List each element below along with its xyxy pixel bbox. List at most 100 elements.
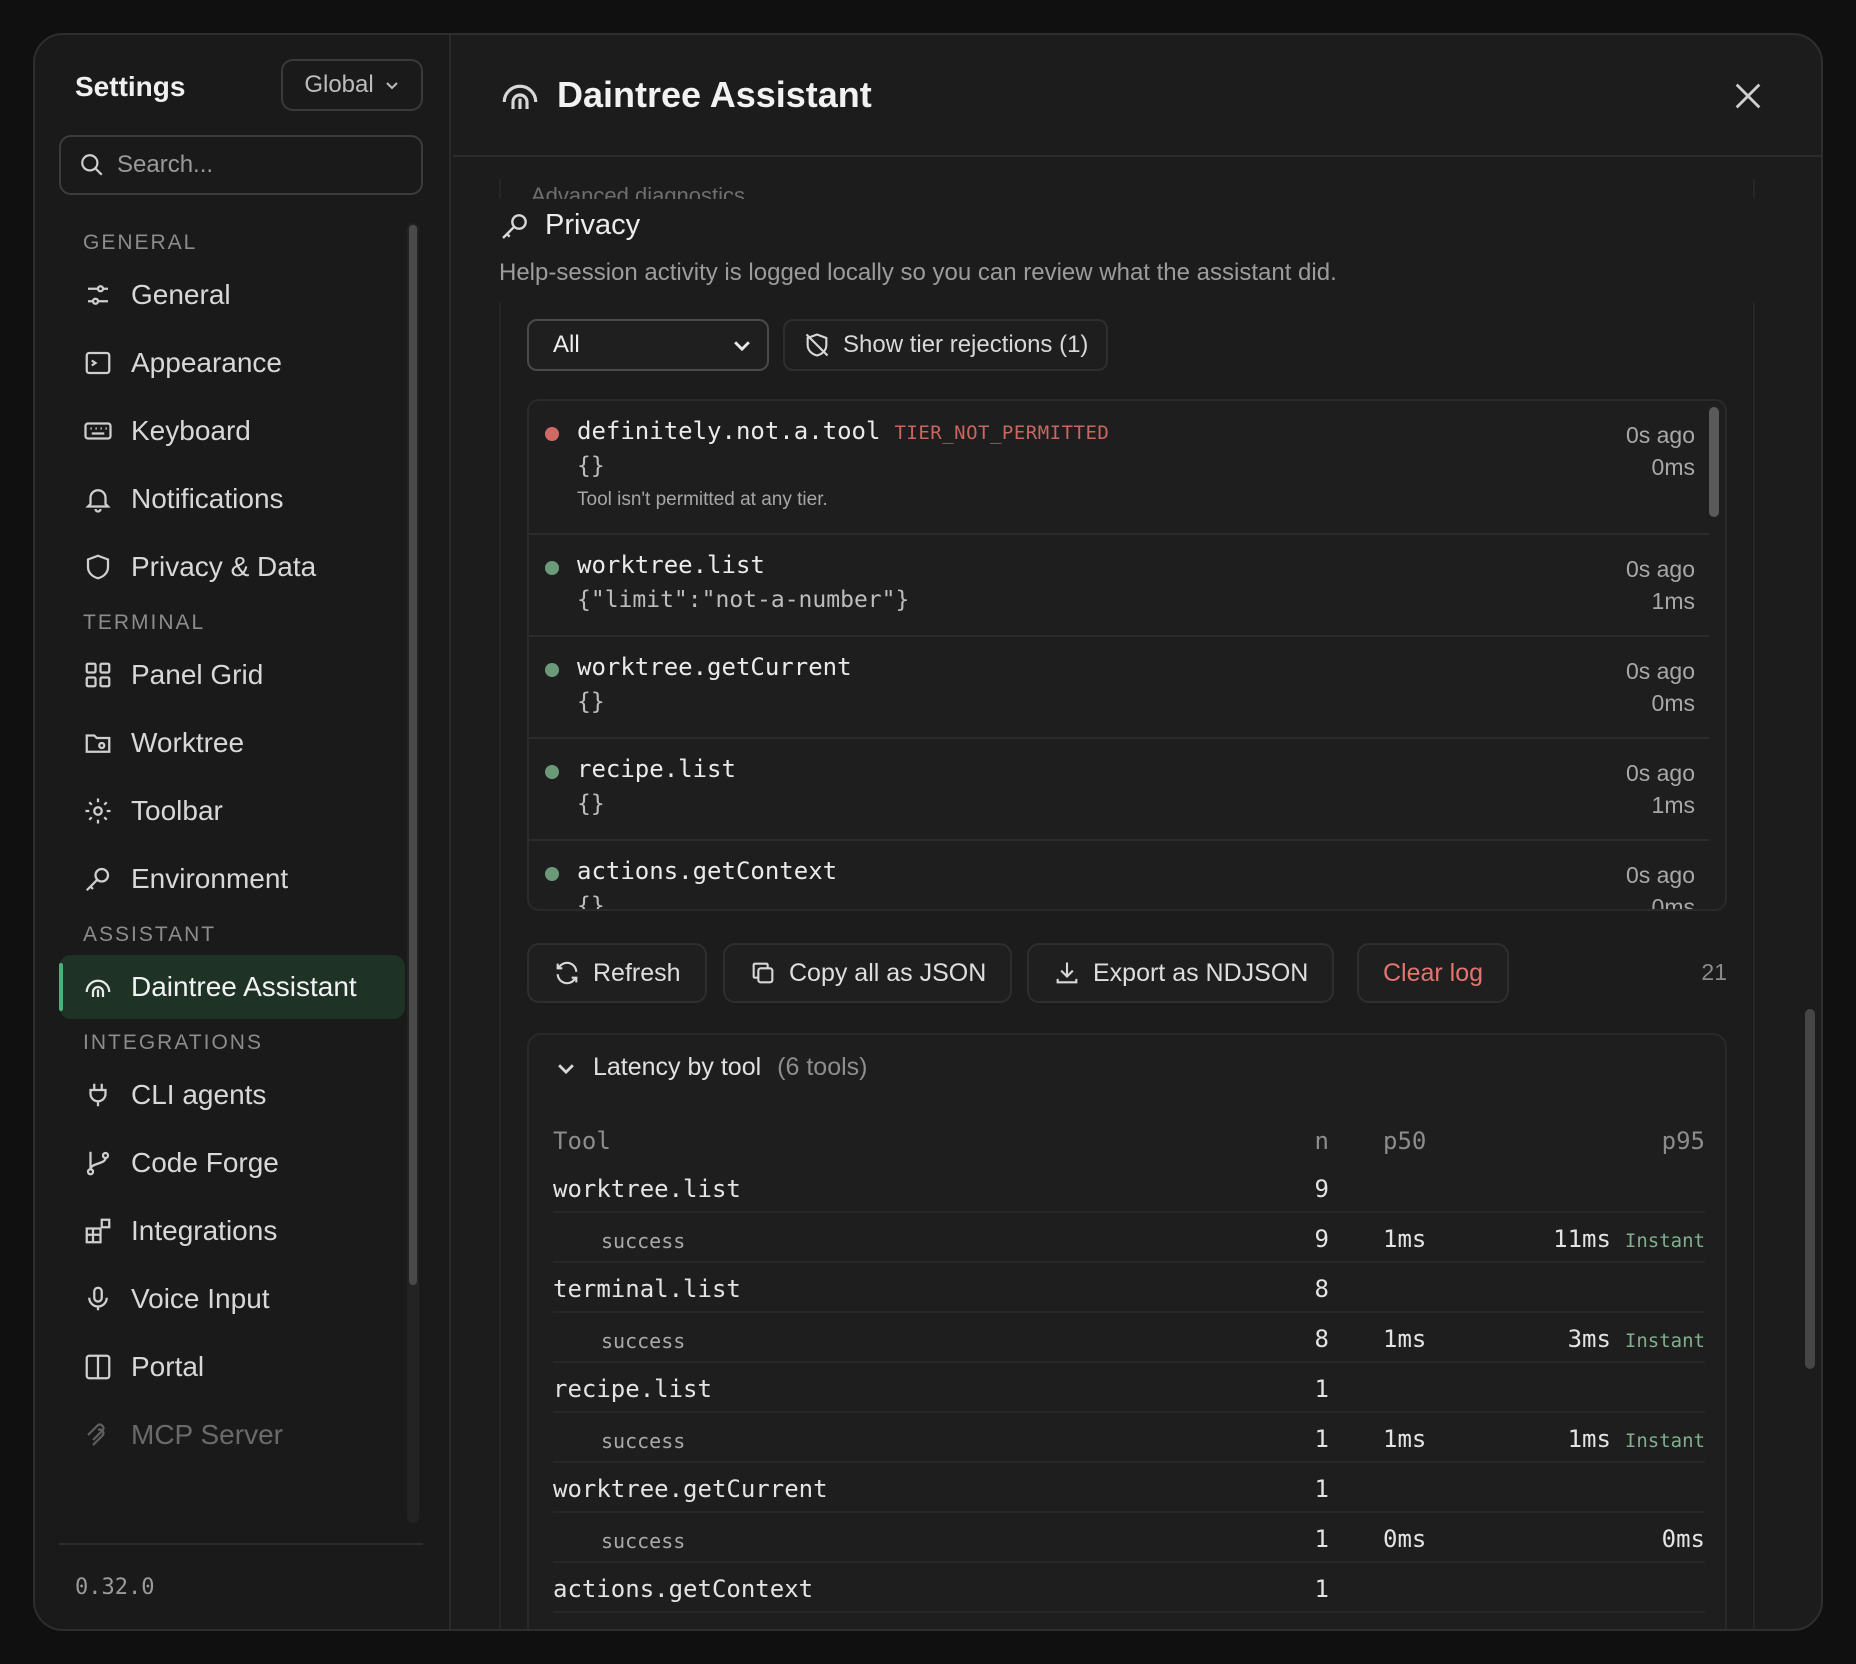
sidebar-item-keyboard[interactable]: Keyboard <box>59 399 405 463</box>
plug-icon <box>89 1083 107 1107</box>
clear-log-button[interactable]: Clear log <box>1357 943 1510 1003</box>
sidebar-scrollbar[interactable] <box>407 223 419 1523</box>
sidebar: Settings Global GENERAL General Appearan… <box>35 35 451 1629</box>
filter-value: All <box>553 331 580 358</box>
sidebar-item-assistant[interactable]: Daintree Assistant <box>59 955 405 1019</box>
copy-json-button[interactable]: Copy all as JSON <box>723 943 1013 1003</box>
speed-badge: Instant <box>1624 1230 1705 1252</box>
sidebar-item-integrations[interactable]: Integrations <box>59 1199 405 1263</box>
log-meta: 0s ago 0ms <box>1626 419 1695 483</box>
sidebar-item-code-forge[interactable]: Code Forge <box>59 1131 405 1195</box>
terminal-window-icon <box>85 351 111 375</box>
sidebar-item-worktree[interactable]: Worktree <box>59 711 405 775</box>
section-assistant: ASSISTANT <box>83 923 217 946</box>
sidebar-item-general[interactable]: General <box>59 263 405 327</box>
show-tier-rejections-button[interactable]: Show tier rejections (1) <box>783 319 1109 371</box>
sidebar-item-label: Code Forge <box>131 1147 279 1178</box>
scope-select[interactable]: Global <box>281 59 423 111</box>
log-meta: 0s ago 1ms <box>1626 553 1695 617</box>
sidebar-item-environment[interactable]: Environment <box>59 847 405 911</box>
log-entry[interactable]: recipe.list {} 0s ago 1ms <box>529 739 1709 841</box>
sidebar-item-appearance[interactable]: Appearance <box>59 331 405 395</box>
table-row: actions.getContext 1 <box>553 1563 1705 1613</box>
status-dot <box>545 663 559 677</box>
log-error-code: TIER_NOT_PERMITTED <box>894 422 1110 444</box>
table-subrow: success 1 0ms 0ms <box>553 1513 1705 1563</box>
content-scrollbar[interactable] <box>1805 1009 1815 1369</box>
sidebar-item-toolbar[interactable]: Toolbar <box>59 779 405 843</box>
log-duration: 0ms <box>1651 894 1695 911</box>
log-duration: 1ms <box>1651 792 1695 818</box>
col-tool: Tool <box>553 1127 611 1155</box>
latency-toggle[interactable]: Latency by tool (6 tools) <box>555 1053 867 1082</box>
log-time: 0s ago <box>1625 862 1695 888</box>
log-time: 0s ago <box>1625 556 1695 582</box>
log-entry[interactable]: actions.getContext {} 0s ago 0ms <box>529 841 1709 911</box>
sidebar-item-mcp-server[interactable]: MCP Server <box>59 1403 405 1467</box>
log-time: 0s ago <box>1625 658 1695 684</box>
scope-label: Global <box>304 71 374 98</box>
sidebar-item-label: CLI agents <box>131 1079 267 1110</box>
log-duration: 0ms <box>1651 690 1695 716</box>
table-subrow: success 1 1ms 1ms Instant <box>553 1413 1705 1463</box>
sidebar-item-panel-grid[interactable]: Panel Grid <box>59 643 405 707</box>
download-icon <box>1056 962 1078 984</box>
log-entry[interactable]: definitely.not.a.tool TIER_NOT_PERMITTED … <box>529 401 1709 535</box>
chevron-down-icon <box>558 1063 574 1074</box>
table-header: Tool n p50 p95 <box>553 1115 1705 1163</box>
sidebar-item-notifications[interactable]: Notifications <box>59 467 405 531</box>
daintree-icon <box>85 979 111 997</box>
sidebar-item-label: Worktree <box>131 727 245 758</box>
shield-icon <box>86 554 110 580</box>
log-meta: 0s ago 0ms <box>1626 655 1695 719</box>
table-row: worktree.list 9 <box>553 1163 1705 1213</box>
row-tool: worktree.list <box>553 1175 741 1203</box>
log-tool-name: recipe.list <box>577 755 736 783</box>
search-field[interactable] <box>59 135 423 195</box>
log-tool-name: worktree.list <box>577 551 765 579</box>
export-label: Export as NDJSON <box>1093 958 1309 987</box>
sidebar-item-label: Appearance <box>131 347 283 378</box>
sidebar-item-portal[interactable]: Portal <box>59 1335 405 1399</box>
sidebar-title: Settings <box>75 71 186 102</box>
log-time: 0s ago <box>1625 422 1695 448</box>
log-duration: 1ms <box>1651 588 1695 614</box>
key-icon <box>502 213 527 239</box>
collapsed-section-header[interactable]: Advanced diagnostics <box>499 179 1755 199</box>
folder-git-icon <box>85 734 111 753</box>
log-entry[interactable]: worktree.list {"limit":"not-a-number"} 0… <box>529 535 1709 637</box>
key-icon <box>85 867 110 892</box>
log-tool-name: actions.getContext <box>577 857 838 885</box>
search-input[interactable] <box>117 151 407 179</box>
refresh-button[interactable]: Refresh <box>527 943 707 1003</box>
sidebar-item-voice-input[interactable]: Voice Input <box>59 1267 405 1331</box>
collapsed-section-label: Advanced diagnostics <box>531 183 746 199</box>
row-tool: terminal.list <box>553 1275 741 1303</box>
subrow-p95: 1ms <box>1567 1425 1611 1453</box>
subrow-label: success <box>601 1229 686 1253</box>
sidebar-item-label: Voice Input <box>131 1283 270 1314</box>
sidebar-item-label: Daintree Assistant <box>131 971 357 1002</box>
sidebar-item-label: Environment <box>131 863 289 894</box>
settings-window: Settings Global GENERAL General Appearan… <box>33 33 1823 1631</box>
table-subrow: success 9 1ms 11ms Instant <box>553 1213 1705 1263</box>
subrow-p50: 1ms <box>1383 1225 1427 1253</box>
privacy-heading: Privacy <box>499 209 640 242</box>
status-dot <box>545 561 559 575</box>
privacy-description: Help-session activity is logged locally … <box>499 259 1337 286</box>
refresh-icon <box>556 961 578 985</box>
row-tool: worktree.getCurrent <box>553 1475 828 1503</box>
clear-label: Clear log <box>1383 958 1484 987</box>
log-scrollbar[interactable] <box>1709 407 1719 517</box>
subrow-n: 8 <box>1314 1325 1329 1353</box>
log-actions: Refresh Copy all as JSON Export as NDJSO… <box>527 943 1727 1003</box>
status-filter-select[interactable]: All <box>527 319 769 371</box>
sidebar-item-cli-agents[interactable]: CLI agents <box>59 1063 405 1127</box>
subrow-n: 9 <box>1314 1225 1329 1253</box>
export-ndjson-button[interactable]: Export as NDJSON <box>1027 943 1335 1003</box>
sidebar-scroll-thumb[interactable] <box>409 225 417 1285</box>
sidebar-item-privacy[interactable]: Privacy & Data <box>59 535 405 599</box>
close-icon[interactable] <box>1731 79 1765 113</box>
subrow-label: success <box>601 1329 686 1353</box>
log-entry[interactable]: worktree.getCurrent {} 0s ago 0ms <box>529 637 1709 739</box>
